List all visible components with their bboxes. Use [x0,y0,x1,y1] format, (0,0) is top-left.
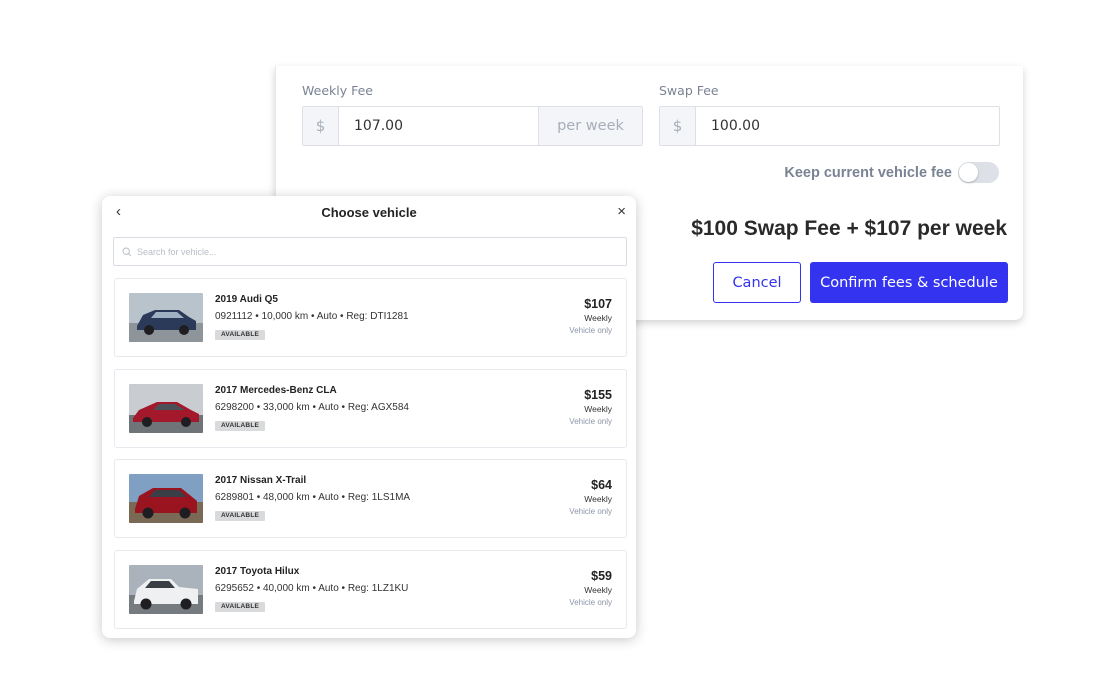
price-note: Vehicle only [569,326,612,335]
search-icon [122,246,132,256]
close-icon[interactable]: × [617,203,626,220]
swap-fee-label: Swap Fee [659,83,719,98]
price-period: Weekly [584,403,612,414]
weekly-fee-currency-prefix: $ [303,107,339,145]
vehicle-card[interactable]: 2017 Nissan X-Trail 6289801 • 48,000 km … [114,459,627,538]
swap-fee-field[interactable]: $ 100.00 [659,106,1000,146]
weekly-fee-field[interactable]: $ 107.00 per week [302,106,643,146]
vehicle-search[interactable] [113,237,627,266]
vehicle-photo [129,383,203,433]
price-note: Vehicle only [569,597,612,607]
vehicle-name: 2017 Mercedes-Benz CLA [215,384,337,396]
vehicle-search-input[interactable] [137,246,626,257]
price-period: Weekly [584,494,612,504]
vehicle-details: 6298200 • 33,000 km • Auto • Reg: AGX584 [215,401,409,413]
fee-summary: $100 Swap Fee + $107 per week [691,217,1007,240]
vehicle-card[interactable]: 2019 Audi Q5 0921112 • 10,000 km • Auto … [114,278,627,357]
modal-title: Choose vehicle [321,205,417,220]
toggle-knob [959,163,978,182]
keep-current-fee-label: Keep current vehicle fee [784,164,952,181]
vehicle-photo [129,293,203,342]
vehicle-details: 0921112 • 10,000 km • Auto • Reg: DTI128… [215,311,409,322]
vehicle-photo [129,474,203,523]
vehicle-price: $59 [591,568,612,583]
price-period: Weekly [584,584,612,595]
status-badge: AVAILABLE [215,330,266,340]
vehicle-price: $64 [591,478,612,492]
vehicle-details: 6295652 • 40,000 km • Auto • Reg: 1LZ1KU [215,582,409,594]
vehicle-card[interactable]: 2017 Mercedes-Benz CLA 6298200 • 33,000 … [114,368,627,448]
swap-fee-input[interactable]: 100.00 [696,107,999,145]
status-badge: AVAILABLE [215,511,266,521]
status-badge: AVAILABLE [215,601,266,612]
price-period: Weekly [584,313,612,323]
keep-current-fee-toggle[interactable] [958,162,999,183]
status-badge: AVAILABLE [215,420,266,431]
cancel-button[interactable]: Cancel [713,262,801,303]
weekly-fee-label: Weekly Fee [302,83,373,98]
vehicle-card[interactable]: 2017 Toyota Hilux 6295652 • 40,000 km • … [114,549,627,629]
vehicle-price: $107 [584,297,612,311]
swap-fee-currency-prefix: $ [660,107,696,145]
confirm-fees-button[interactable]: Confirm fees & schedule [810,262,1008,303]
choose-vehicle-modal: ‹ Choose vehicle × 2019 Audi Q5 0921112 … [102,196,636,638]
vehicle-photo [129,564,203,614]
weekly-fee-unit-suffix: per week [538,107,642,145]
price-note: Vehicle only [569,507,612,516]
vehicle-details: 6289801 • 48,000 km • Auto • Reg: 1LS1MA [215,492,411,503]
vehicle-name: 2017 Nissan X-Trail [215,475,307,486]
vehicle-name: 2017 Toyota Hilux [215,565,300,577]
vehicle-price: $155 [584,387,612,402]
vehicle-name: 2019 Audi Q5 [215,294,278,305]
price-note: Vehicle only [569,416,612,426]
weekly-fee-input[interactable]: 107.00 [339,107,538,145]
vehicle-list: 2019 Audi Q5 0921112 • 10,000 km • Auto … [114,278,627,640]
keep-current-fee-row: Keep current vehicle fee [784,162,999,183]
